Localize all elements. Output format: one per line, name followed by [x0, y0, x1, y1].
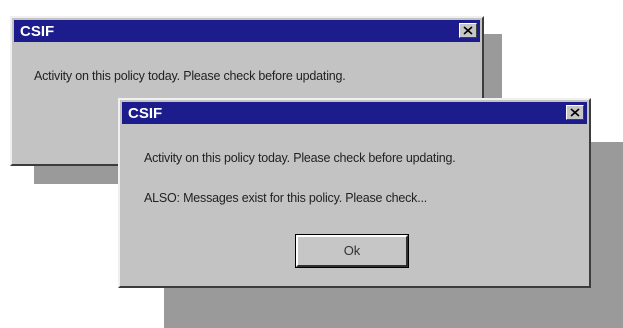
close-icon [463, 26, 473, 35]
back-dialog-titlebar[interactable]: CSIF [14, 20, 480, 42]
close-icon [570, 108, 580, 117]
back-dialog-title: CSIF [20, 23, 55, 40]
front-dialog-message-also: ALSO: Messages exist for this policy. Pl… [144, 191, 428, 205]
ok-button[interactable]: Ok [295, 234, 409, 268]
front-dialog-close-button[interactable] [566, 105, 584, 120]
back-dialog-message: Activity on this policy today. Please ch… [34, 69, 346, 83]
front-dialog: CSIF Activity on this policy today. Plea… [118, 98, 591, 288]
back-dialog-close-button[interactable] [459, 23, 477, 38]
front-dialog-message-activity: Activity on this policy today. Please ch… [144, 151, 456, 165]
front-dialog-title: CSIF [128, 105, 163, 122]
front-dialog-titlebar[interactable]: CSIF [122, 102, 587, 124]
